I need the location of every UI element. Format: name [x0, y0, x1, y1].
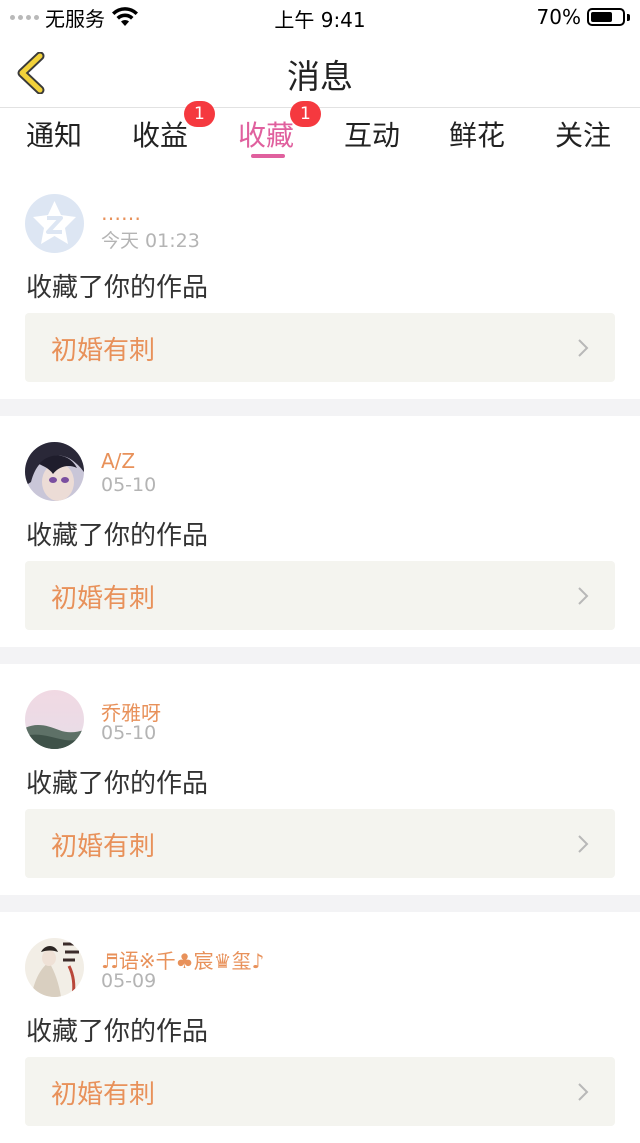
- work-title: 初婚有刺: [51, 1080, 156, 1110]
- tab-favorites-badge: 1: [290, 101, 321, 127]
- message-item: A/Z 05-10 收藏了你的作品 初婚有刺: [0, 416, 640, 647]
- chevron-right-icon: [578, 339, 589, 357]
- message-text: 收藏了你的作品: [26, 521, 209, 551]
- battery-cap: [627, 13, 630, 21]
- chevron-right-icon: [578, 1083, 589, 1101]
- user-name[interactable]: A/Z: [101, 449, 135, 473]
- work-link[interactable]: 初婚有刺: [25, 313, 615, 382]
- tab-interactions[interactable]: 互动: [344, 114, 400, 154]
- message-text: 收藏了你的作品: [26, 273, 209, 303]
- tab-follows[interactable]: 关注: [555, 114, 611, 154]
- message-time: 05-10: [101, 474, 157, 496]
- tab-flowers[interactable]: 鲜花: [449, 114, 505, 154]
- work-link[interactable]: 初婚有刺: [25, 1057, 615, 1126]
- book-cover-avatar[interactable]: [25, 938, 84, 997]
- nav-bar: 消息: [0, 34, 640, 108]
- user-name[interactable]: ……: [101, 201, 141, 225]
- active-tab-indicator: [251, 154, 285, 158]
- work-title: 初婚有刺: [51, 832, 156, 862]
- tab-favorites[interactable]: 收藏: [238, 114, 294, 154]
- chevron-right-icon: [578, 587, 589, 605]
- tab-earnings-badge: 1: [184, 101, 215, 127]
- chevron-right-icon: [578, 835, 589, 853]
- status-right: 70%: [537, 4, 630, 30]
- message-item: …… 今天 01:23 收藏了你的作品 初婚有刺: [0, 168, 640, 399]
- separator: [0, 895, 640, 912]
- message-time: 05-09: [101, 970, 157, 992]
- anime-avatar[interactable]: [25, 442, 84, 501]
- page-title: 消息: [287, 57, 353, 96]
- work-title: 初婚有刺: [51, 584, 156, 614]
- landscape-avatar[interactable]: [25, 690, 84, 749]
- message-item: 乔雅呀 05-10 收藏了你的作品 初婚有刺: [0, 664, 640, 895]
- message-time: 05-10: [101, 722, 157, 744]
- default-avatar-icon[interactable]: [25, 194, 84, 253]
- separator: [0, 647, 640, 664]
- work-link[interactable]: 初婚有刺: [25, 809, 615, 878]
- battery-icon: [587, 8, 625, 26]
- work-title: 初婚有刺: [51, 336, 156, 366]
- tab-bar: 通知 收益 1 收藏 1 互动 鲜花 关注: [0, 101, 640, 168]
- message-text: 收藏了你的作品: [26, 769, 209, 799]
- message-text: 收藏了你的作品: [26, 1017, 209, 1047]
- battery-percentage: 70%: [536, 5, 581, 29]
- tab-earnings[interactable]: 收益: [132, 114, 188, 154]
- message-time: 今天 01:23: [101, 230, 200, 252]
- separator: [0, 399, 640, 416]
- tab-notifications[interactable]: 通知: [26, 114, 82, 154]
- status-bar: 无服务 上午 9:41 70%: [0, 0, 640, 34]
- message-item: ♬语※千♣宸♛玺♪ 05-09 收藏了你的作品 初婚有刺: [0, 912, 640, 1143]
- work-link[interactable]: 初婚有刺: [25, 561, 615, 630]
